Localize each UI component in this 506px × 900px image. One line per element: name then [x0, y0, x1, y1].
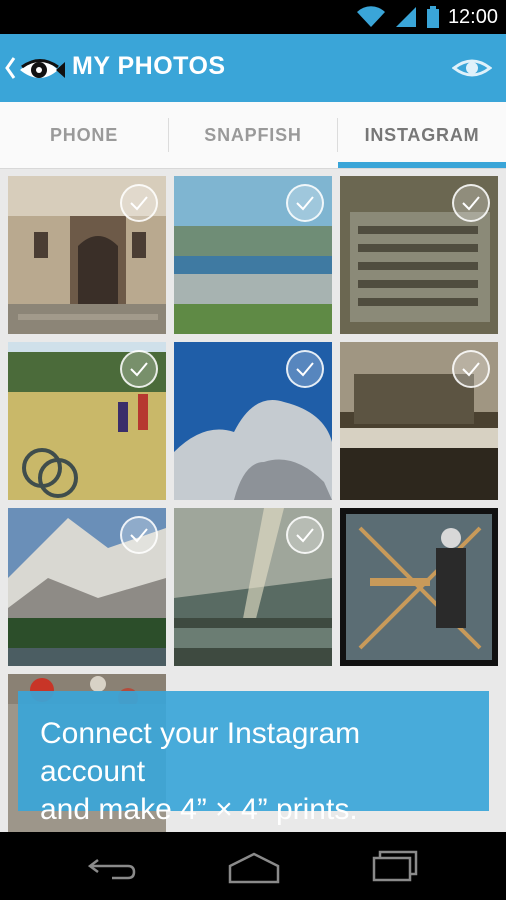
recent-apps-icon[interactable]: [370, 848, 418, 884]
photo-tile[interactable]: [8, 342, 166, 500]
select-check-icon[interactable]: [452, 350, 490, 388]
tab-indicator: [338, 162, 506, 168]
back-chevron-icon[interactable]: [4, 54, 16, 82]
app-logo-eye-icon[interactable]: [18, 50, 66, 86]
select-check-icon[interactable]: [286, 516, 324, 554]
photo-tile[interactable]: [174, 508, 332, 666]
select-check-icon[interactable]: [120, 184, 158, 222]
photo-tile[interactable]: [340, 508, 498, 666]
banner-line-2: and make 4” × 4” prints.: [40, 793, 358, 826]
photo-tile[interactable]: [174, 176, 332, 334]
photo-tile[interactable]: [340, 342, 498, 500]
clock: 12:00: [447, 5, 498, 28]
home-icon[interactable]: [228, 848, 280, 884]
status-icons: 12:00: [356, 4, 498, 30]
select-check-icon[interactable]: [286, 350, 324, 388]
tab-snapfish[interactable]: SNAPFISH: [169, 102, 337, 168]
banner-line-1: Connect your Instagram account: [40, 717, 361, 788]
photo-tile[interactable]: [174, 342, 332, 500]
select-check-icon[interactable]: [286, 184, 324, 222]
select-check-icon[interactable]: [120, 350, 158, 388]
status-bar: 12:00: [0, 0, 506, 34]
battery-icon: [426, 6, 440, 28]
photo-tile[interactable]: [340, 176, 498, 334]
eye-icon[interactable]: [451, 52, 493, 84]
action-bar: MY PHOTOS: [0, 34, 506, 102]
signal-icon: [394, 6, 418, 28]
wifi-icon: [356, 6, 386, 28]
system-nav-bar: [0, 832, 506, 900]
instagram-connect-banner[interactable]: Connect your Instagram account and make …: [18, 691, 489, 826]
tab-phone[interactable]: PHONE: [0, 102, 168, 168]
photo-tile[interactable]: [8, 176, 166, 334]
page-title: MY PHOTOS: [72, 52, 226, 80]
select-check-icon[interactable]: [120, 516, 158, 554]
select-check-icon[interactable]: [452, 184, 490, 222]
back-icon[interactable]: [87, 848, 136, 884]
photo-tile[interactable]: [8, 508, 166, 666]
tab-instagram[interactable]: INSTAGRAM: [338, 102, 506, 168]
source-tabs: PHONE SNAPFISH INSTAGRAM: [0, 102, 506, 169]
